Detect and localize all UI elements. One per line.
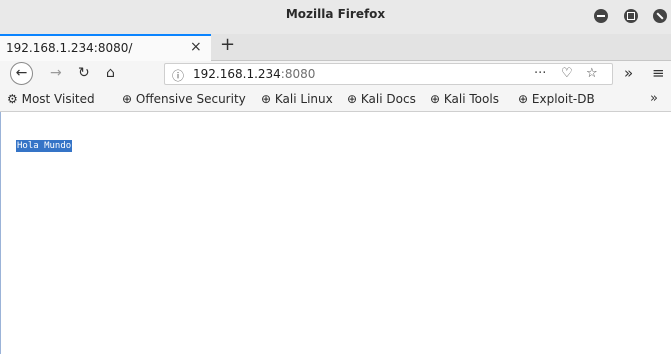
close-window-icon[interactable] bbox=[653, 9, 667, 23]
active-tab[interactable]: 192.168.1.234:8080/ × bbox=[0, 34, 211, 61]
bookmark-kali-docs[interactable]: ⊕ Kali Docs bbox=[347, 92, 416, 106]
globe-icon: ⊕ bbox=[122, 92, 133, 106]
minimize-icon[interactable] bbox=[594, 9, 608, 23]
site-info-icon[interactable]: ⓘ bbox=[172, 67, 184, 84]
bookmarks-overflow-icon[interactable]: » bbox=[650, 91, 658, 106]
globe-icon: ⊕ bbox=[347, 92, 358, 106]
gear-icon: ⚙ bbox=[7, 92, 18, 106]
back-button-icon[interactable]: ← bbox=[10, 62, 33, 85]
url-text[interactable]: 192.168.1.234:8080 bbox=[193, 67, 315, 81]
window-title: Mozilla Firefox bbox=[285, 7, 386, 21]
globe-icon: ⊕ bbox=[261, 92, 272, 106]
globe-icon: ⊕ bbox=[430, 92, 441, 106]
hamburger-menu-icon[interactable]: ≡ bbox=[652, 64, 665, 82]
bookmarks-toolbar: ⚙ Most Visited ⊕ Offensive Security ⊕ Ka… bbox=[0, 87, 671, 112]
address-bar[interactable]: ⓘ 192.168.1.234:8080 ··· ♡ ☆ bbox=[164, 63, 613, 85]
page-content: Hola Mundo bbox=[0, 112, 671, 354]
reload-icon[interactable]: ↻ bbox=[78, 65, 90, 81]
bookmark-kali-linux[interactable]: ⊕ Kali Linux bbox=[261, 92, 333, 106]
globe-icon: ⊕ bbox=[518, 92, 529, 106]
bookmark-offensive-security[interactable]: ⊕ Offensive Security bbox=[122, 92, 246, 106]
tab-close-icon[interactable]: × bbox=[190, 39, 202, 55]
pocket-icon[interactable]: ♡ bbox=[561, 66, 573, 81]
page-text-selected[interactable]: Hola Mundo bbox=[16, 140, 73, 152]
title-bar: Mozilla Firefox bbox=[0, 0, 671, 34]
new-tab-icon[interactable]: + bbox=[220, 34, 235, 55]
tab-bar: 192.168.1.234:8080/ × + bbox=[0, 34, 671, 61]
bookmark-star-icon[interactable]: ☆ bbox=[586, 66, 598, 81]
maximize-icon[interactable] bbox=[624, 9, 638, 23]
bookmark-most-visited[interactable]: ⚙ Most Visited bbox=[7, 92, 95, 106]
forward-button-icon[interactable]: → bbox=[50, 65, 62, 81]
bookmark-exploit-db[interactable]: ⊕ Exploit-DB bbox=[518, 92, 595, 106]
overflow-menu-icon[interactable]: » bbox=[624, 64, 633, 82]
url-port: :8080 bbox=[280, 67, 316, 81]
tab-title: 192.168.1.234:8080/ bbox=[6, 41, 133, 55]
page-actions-icon[interactable]: ··· bbox=[534, 66, 546, 81]
bookmark-kali-tools[interactable]: ⊕ Kali Tools bbox=[430, 92, 499, 106]
url-host: 192.168.1.234 bbox=[193, 67, 281, 81]
home-icon[interactable]: ⌂ bbox=[106, 65, 115, 81]
navigation-toolbar: ← → ↻ ⌂ ⓘ 192.168.1.234:8080 ··· ♡ ☆ » ≡ bbox=[0, 61, 671, 87]
